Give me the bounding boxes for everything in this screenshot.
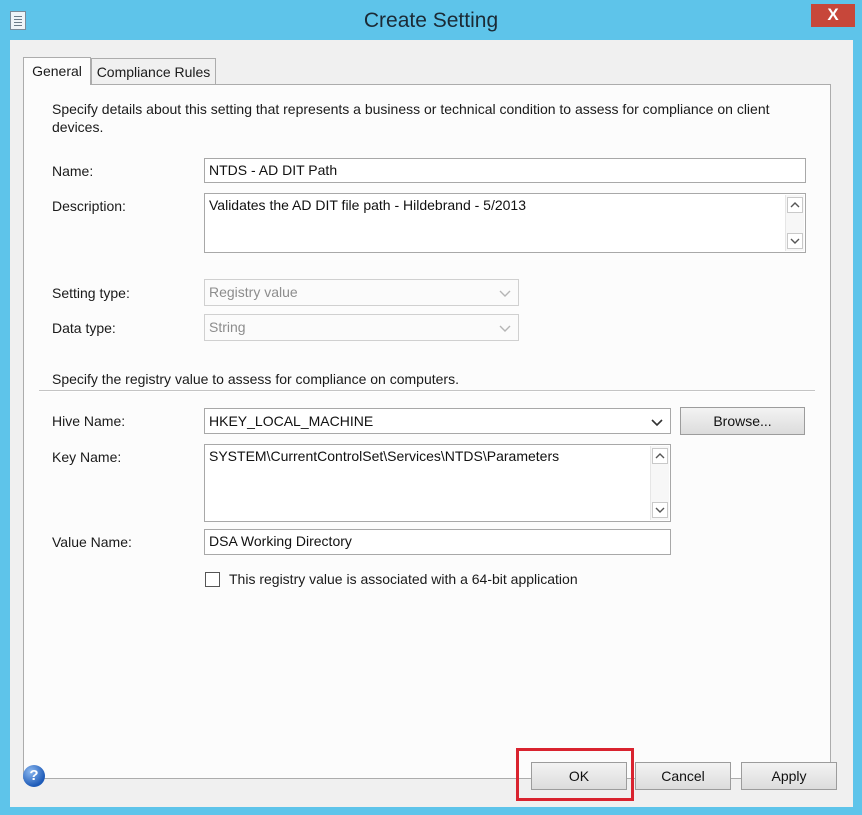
chevron-down-icon [499,290,511,297]
apply-button[interactable]: Apply [741,762,837,790]
tab-general[interactable]: General [23,57,91,85]
general-tab-panel: Specify details about this setting that … [23,84,831,779]
64-bit-checkbox[interactable] [205,572,220,587]
data-type-select: String [204,314,519,341]
close-button[interactable]: X [811,4,855,27]
general-intro-text: Specify details about this setting that … [52,101,770,135]
help-icon[interactable]: ? [23,765,45,787]
key-name-label: Key Name: [52,449,122,465]
name-label: Name: [52,163,94,179]
scroll-up-icon[interactable] [652,448,668,464]
tab-compliance-rules[interactable]: Compliance Rules [91,58,216,84]
section-divider [39,390,815,391]
data-type-label: Data type: [52,320,116,336]
ok-highlight-box [516,748,634,801]
key-name-text: SYSTEM\CurrentControlSet\Services\NTDS\P… [209,448,560,464]
hive-name-label: Hive Name: [52,413,126,429]
chevron-down-icon [651,419,663,427]
hive-name-select[interactable]: HKEY_LOCAL_MACHINE [204,408,671,434]
description-scrollbar[interactable] [785,195,804,251]
title-bar: Create Setting X [0,0,862,40]
64-bit-checkbox-label: This registry value is associated with a… [229,571,578,587]
description-field[interactable]: Validates the AD DIT file path - Hildebr… [204,193,806,253]
setting-type-value: Registry value [209,284,298,300]
data-type-value: String [209,319,246,335]
scroll-down-icon[interactable] [787,233,803,249]
scroll-down-icon[interactable] [652,502,668,518]
cancel-button[interactable]: Cancel [635,762,731,790]
description-text: Validates the AD DIT file path - Hildebr… [209,197,526,213]
create-setting-window: Create Setting X General Compliance Rule… [0,0,862,815]
description-label: Description: [52,198,126,214]
chevron-down-icon [499,325,511,332]
name-field[interactable]: NTDS - AD DIT Path [204,158,806,183]
browse-button[interactable]: Browse... [680,407,805,435]
hive-name-value: HKEY_LOCAL_MACHINE [209,413,374,429]
setting-type-label: Setting type: [52,285,130,301]
key-name-scrollbar[interactable] [650,446,669,520]
registry-intro-text: Specify the registry value to assess for… [52,371,459,387]
value-name-field[interactable]: DSA Working Directory [204,529,671,555]
setting-type-select: Registry value [204,279,519,306]
dialog-client-area: General Compliance Rules Specify details… [10,40,853,807]
key-name-field[interactable]: SYSTEM\CurrentControlSet\Services\NTDS\P… [204,444,671,522]
value-name-label: Value Name: [52,534,132,550]
scroll-up-icon[interactable] [787,197,803,213]
window-title: Create Setting [363,9,499,32]
